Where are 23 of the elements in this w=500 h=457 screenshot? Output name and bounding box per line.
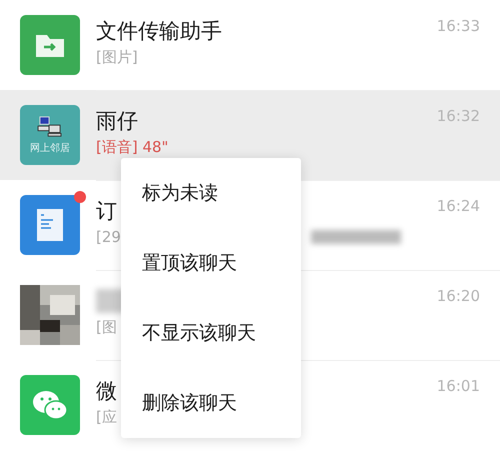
chat-time: 16:20 <box>436 287 480 305</box>
chat-bubbles-icon <box>20 375 80 435</box>
avatar-caption: 网上邻居 <box>30 142 70 154</box>
menu-item[interactable]: 删除该聊天 <box>121 388 301 418</box>
chat-row[interactable]: 文件传输助手 [图片] 16:33 <box>0 0 500 90</box>
chat-name: 微 <box>96 378 117 405</box>
message-preview: [图片] <box>96 48 138 67</box>
folder-avatar-icon <box>20 15 80 75</box>
chat-time: 16:33 <box>436 17 480 35</box>
chat-name: 文件传输助手 <box>96 18 222 45</box>
message-preview: [语音] 48" <box>96 138 168 157</box>
menu-item[interactable]: 不显示该聊天 <box>121 318 301 348</box>
chat-time: 16:01 <box>436 377 480 395</box>
chat-time: 16:24 <box>436 197 480 215</box>
document-avatar-icon <box>20 195 80 255</box>
chat-name: 订 <box>96 198 117 225</box>
message-preview: [图 <box>96 318 117 337</box>
message-preview: [29 <box>96 228 121 246</box>
menu-item[interactable]: 标为未读 <box>121 178 301 208</box>
chat-name: 雨仔 <box>96 108 138 135</box>
message-preview: [应 <box>96 408 117 427</box>
menu-item[interactable]: 置顶该聊天 <box>121 248 301 278</box>
computer-icon <box>36 116 64 138</box>
